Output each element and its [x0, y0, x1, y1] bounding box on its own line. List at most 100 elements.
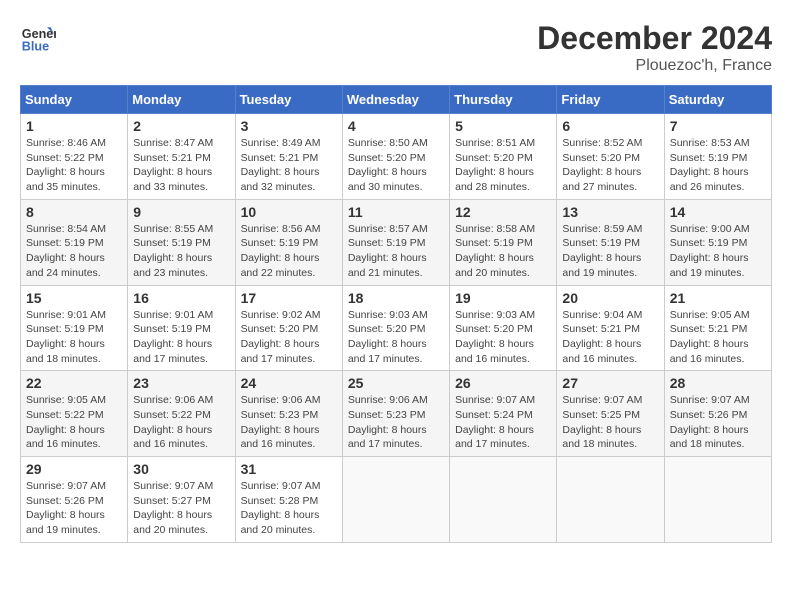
day-number: 13: [562, 204, 658, 220]
calendar-cell: 10 Sunrise: 8:56 AMSunset: 5:19 PMDayligh…: [235, 199, 342, 285]
title-area: December 2024 Plouezoc'h, France: [537, 20, 772, 75]
day-info: Sunrise: 9:07 AMSunset: 5:26 PMDaylight:…: [670, 393, 766, 452]
day-number: 26: [455, 375, 551, 391]
calendar-cell: 26 Sunrise: 9:07 AMSunset: 5:24 PMDayligh…: [450, 371, 557, 457]
day-number: 16: [133, 290, 229, 306]
month-title: December 2024: [537, 20, 772, 57]
calendar-cell: 11 Sunrise: 8:57 AMSunset: 5:19 PMDayligh…: [342, 199, 449, 285]
day-number: 3: [241, 118, 337, 134]
calendar-cell: 30 Sunrise: 9:07 AMSunset: 5:27 PMDayligh…: [128, 457, 235, 543]
day-info: Sunrise: 8:59 AMSunset: 5:19 PMDaylight:…: [562, 222, 658, 281]
day-info: Sunrise: 8:51 AMSunset: 5:20 PMDaylight:…: [455, 136, 551, 195]
calendar-table: SundayMondayTuesdayWednesdayThursdayFrid…: [20, 85, 772, 543]
day-number: 8: [26, 204, 122, 220]
calendar-cell: 22 Sunrise: 9:05 AMSunset: 5:22 PMDayligh…: [21, 371, 128, 457]
calendar-week-row: 15Sunrise: 9:01 AMSunset: 5:19 PMDayligh…: [21, 285, 772, 371]
day-info: Sunrise: 8:58 AMSunset: 5:19 PMDaylight:…: [455, 222, 551, 281]
calendar-cell: [664, 457, 771, 543]
day-info: Sunrise: 9:07 AMSunset: 5:27 PMDaylight:…: [133, 479, 229, 538]
day-info: Sunrise: 9:06 AMSunset: 5:22 PMDaylight:…: [133, 393, 229, 452]
calendar-cell: 16 Sunrise: 9:01 AMSunset: 5:19 PMDayligh…: [128, 285, 235, 371]
day-number: 14: [670, 204, 766, 220]
calendar-week-row: 8 Sunrise: 8:54 AMSunset: 5:19 PMDaylight…: [21, 199, 772, 285]
day-info: Sunrise: 9:07 AMSunset: 5:26 PMDaylight:…: [26, 479, 122, 538]
day-info: Sunrise: 8:56 AMSunset: 5:19 PMDaylight:…: [241, 222, 337, 281]
day-info: Sunrise: 8:52 AMSunset: 5:20 PMDaylight:…: [562, 136, 658, 195]
calendar-week-row: 29Sunrise: 9:07 AMSunset: 5:26 PMDayligh…: [21, 457, 772, 543]
day-info: Sunrise: 9:02 AMSunset: 5:20 PMDaylight:…: [241, 308, 337, 367]
day-info: Sunrise: 8:54 AMSunset: 5:19 PMDaylight:…: [26, 222, 122, 281]
day-info: Sunrise: 9:07 AMSunset: 5:28 PMDaylight:…: [241, 479, 337, 538]
header-row: SundayMondayTuesdayWednesdayThursdayFrid…: [21, 86, 772, 114]
logo-icon: General Blue: [20, 20, 56, 56]
calendar-cell: [557, 457, 664, 543]
day-number: 9: [133, 204, 229, 220]
day-number: 21: [670, 290, 766, 306]
calendar-cell: 25 Sunrise: 9:06 AMSunset: 5:23 PMDayligh…: [342, 371, 449, 457]
day-number: 19: [455, 290, 551, 306]
day-info: Sunrise: 9:01 AMSunset: 5:19 PMDaylight:…: [26, 308, 122, 367]
day-info: Sunrise: 8:55 AMSunset: 5:19 PMDaylight:…: [133, 222, 229, 281]
calendar-cell: 5Sunrise: 8:51 AMSunset: 5:20 PMDaylight…: [450, 114, 557, 200]
day-info: Sunrise: 8:57 AMSunset: 5:19 PMDaylight:…: [348, 222, 444, 281]
logo: General Blue: [20, 20, 56, 56]
calendar-cell: 19 Sunrise: 9:03 AMSunset: 5:20 PMDayligh…: [450, 285, 557, 371]
calendar-cell: 27Sunrise: 9:07 AMSunset: 5:25 PMDayligh…: [557, 371, 664, 457]
day-number: 11: [348, 204, 444, 220]
calendar-cell: 24Sunrise: 9:06 AMSunset: 5:23 PMDayligh…: [235, 371, 342, 457]
calendar-cell: 20Sunrise: 9:04 AMSunset: 5:21 PMDayligh…: [557, 285, 664, 371]
day-info: Sunrise: 9:05 AMSunset: 5:22 PMDaylight:…: [26, 393, 122, 452]
calendar-cell: 8 Sunrise: 8:54 AMSunset: 5:19 PMDaylight…: [21, 199, 128, 285]
calendar-cell: 18 Sunrise: 9:03 AMSunset: 5:20 PMDayligh…: [342, 285, 449, 371]
calendar-cell: 9 Sunrise: 8:55 AMSunset: 5:19 PMDaylight…: [128, 199, 235, 285]
calendar-body: 1Sunrise: 8:46 AMSunset: 5:22 PMDaylight…: [21, 114, 772, 543]
day-info: Sunrise: 9:07 AMSunset: 5:25 PMDaylight:…: [562, 393, 658, 452]
location: Plouezoc'h, France: [537, 57, 772, 75]
header-day: Tuesday: [235, 86, 342, 114]
calendar-week-row: 22 Sunrise: 9:05 AMSunset: 5:22 PMDayligh…: [21, 371, 772, 457]
svg-text:Blue: Blue: [22, 40, 49, 54]
calendar-cell: 14 Sunrise: 9:00 AMSunset: 5:19 PMDayligh…: [664, 199, 771, 285]
day-number: 10: [241, 204, 337, 220]
day-info: Sunrise: 9:04 AMSunset: 5:21 PMDaylight:…: [562, 308, 658, 367]
day-info: Sunrise: 9:03 AMSunset: 5:20 PMDaylight:…: [348, 308, 444, 367]
header-day: Monday: [128, 86, 235, 114]
day-info: Sunrise: 8:53 AMSunset: 5:19 PMDaylight:…: [670, 136, 766, 195]
day-info: Sunrise: 9:00 AMSunset: 5:19 PMDaylight:…: [670, 222, 766, 281]
calendar-week-row: 1Sunrise: 8:46 AMSunset: 5:22 PMDaylight…: [21, 114, 772, 200]
header: General Blue December 2024 Plouezoc'h, F…: [20, 20, 772, 75]
day-number: 6: [562, 118, 658, 134]
day-info: Sunrise: 9:03 AMSunset: 5:20 PMDaylight:…: [455, 308, 551, 367]
calendar-cell: 3Sunrise: 8:49 AMSunset: 5:21 PMDaylight…: [235, 114, 342, 200]
calendar-cell: 21 Sunrise: 9:05 AMSunset: 5:21 PMDayligh…: [664, 285, 771, 371]
calendar-cell: 13 Sunrise: 8:59 AMSunset: 5:19 PMDayligh…: [557, 199, 664, 285]
header-day: Saturday: [664, 86, 771, 114]
day-number: 22: [26, 375, 122, 391]
day-info: Sunrise: 9:07 AMSunset: 5:24 PMDaylight:…: [455, 393, 551, 452]
calendar-header: SundayMondayTuesdayWednesdayThursdayFrid…: [21, 86, 772, 114]
calendar-cell: 15Sunrise: 9:01 AMSunset: 5:19 PMDayligh…: [21, 285, 128, 371]
day-number: 4: [348, 118, 444, 134]
day-info: Sunrise: 9:01 AMSunset: 5:19 PMDaylight:…: [133, 308, 229, 367]
calendar-cell: 29Sunrise: 9:07 AMSunset: 5:26 PMDayligh…: [21, 457, 128, 543]
calendar-cell: 4 Sunrise: 8:50 AMSunset: 5:20 PMDaylight…: [342, 114, 449, 200]
calendar-cell: 12 Sunrise: 8:58 AMSunset: 5:19 PMDayligh…: [450, 199, 557, 285]
header-day: Thursday: [450, 86, 557, 114]
calendar-cell: [450, 457, 557, 543]
calendar-cell: 1Sunrise: 8:46 AMSunset: 5:22 PMDaylight…: [21, 114, 128, 200]
calendar-cell: [342, 457, 449, 543]
day-number: 31: [241, 461, 337, 477]
day-info: Sunrise: 8:50 AMSunset: 5:20 PMDaylight:…: [348, 136, 444, 195]
day-number: 12: [455, 204, 551, 220]
calendar-cell: 2Sunrise: 8:47 AMSunset: 5:21 PMDaylight…: [128, 114, 235, 200]
day-number: 25: [348, 375, 444, 391]
header-day: Sunday: [21, 86, 128, 114]
day-number: 18: [348, 290, 444, 306]
day-number: 24: [241, 375, 337, 391]
calendar-cell: 28Sunrise: 9:07 AMSunset: 5:26 PMDayligh…: [664, 371, 771, 457]
day-number: 30: [133, 461, 229, 477]
day-number: 17: [241, 290, 337, 306]
day-number: 2: [133, 118, 229, 134]
day-info: Sunrise: 9:06 AMSunset: 5:23 PMDaylight:…: [348, 393, 444, 452]
day-info: Sunrise: 9:05 AMSunset: 5:21 PMDaylight:…: [670, 308, 766, 367]
